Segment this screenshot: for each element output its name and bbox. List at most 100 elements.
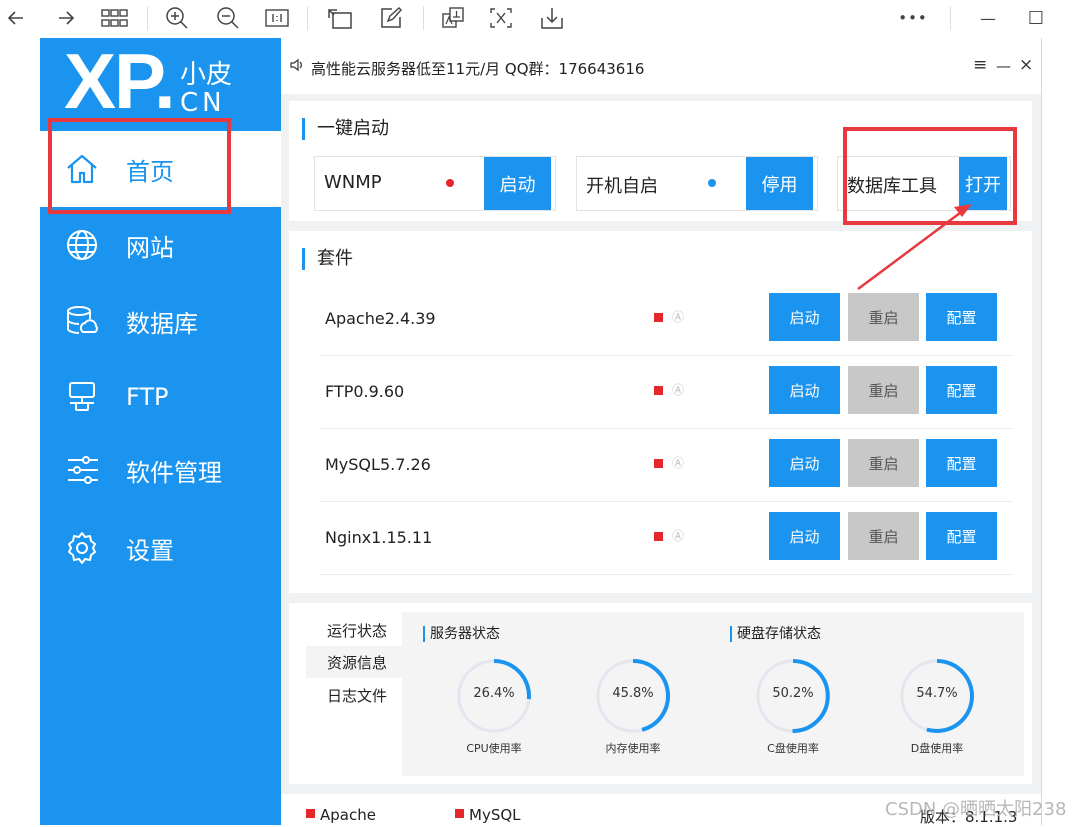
stopped-indicator bbox=[654, 313, 663, 322]
annotation-box-home bbox=[48, 118, 231, 214]
auto-start-icon[interactable]: Ⓐ bbox=[672, 454, 684, 471]
tab-log-files[interactable]: 日志文件 bbox=[306, 679, 408, 711]
globe-icon bbox=[64, 227, 100, 263]
start-button[interactable]: 启动 bbox=[769, 366, 840, 414]
section-title-quick-start: 一键启动 bbox=[302, 118, 389, 140]
gear-icon bbox=[64, 530, 100, 566]
sidebar-item-label: FTP bbox=[126, 383, 169, 411]
menu-icon[interactable]: ≡ bbox=[973, 55, 987, 75]
sliders-icon bbox=[64, 452, 100, 488]
quick-item-label: WNMP bbox=[324, 172, 382, 193]
suite-row-nginx: Nginx1.15.11 Ⓐ 启动 重启 配置 bbox=[319, 502, 1013, 575]
memory-gauge: 45.8% bbox=[595, 658, 671, 734]
gauge-label: C盘使用率 bbox=[767, 742, 819, 755]
actual-size-icon[interactable] bbox=[264, 4, 290, 32]
toolbar-divider bbox=[950, 6, 951, 30]
auto-start-icon[interactable]: Ⓐ bbox=[672, 381, 684, 398]
config-button[interactable]: 配置 bbox=[926, 293, 997, 341]
wnmp-start-button[interactable]: 启动 bbox=[484, 157, 551, 210]
toolbar-divider bbox=[307, 6, 308, 30]
auto-start-icon[interactable]: Ⓐ bbox=[672, 527, 684, 544]
notice-text: 高性能云服务器低至11元/月 QQ群：176643616 bbox=[311, 60, 645, 78]
d-drive-gauge: 54.7% bbox=[899, 658, 975, 734]
edit-icon[interactable] bbox=[379, 4, 403, 32]
gauge-value: 45.8% bbox=[612, 686, 654, 701]
restart-button[interactable]: 重启 bbox=[848, 512, 919, 560]
ftp-icon bbox=[64, 379, 100, 415]
footer-apache: Apache bbox=[320, 806, 376, 824]
status-dot bbox=[708, 179, 716, 187]
stopped-indicator bbox=[654, 532, 663, 541]
quick-item-wnmp: WNMP 启动 bbox=[314, 156, 556, 211]
app-close-button[interactable]: × bbox=[1019, 55, 1033, 75]
speaker-icon bbox=[290, 57, 304, 76]
autostart-disable-button[interactable]: 停用 bbox=[746, 157, 813, 210]
rotate-icon[interactable] bbox=[326, 4, 354, 32]
sidebar-item-label: 网站 bbox=[126, 233, 174, 262]
notice-bar: 高性能云服务器低至11元/月 QQ群：176643616 ≡ — × bbox=[281, 38, 1041, 94]
status-panel: 运行状态 资源信息 日志文件 服务器状态 硬盘存储状态 26.4% CPU使用率… bbox=[289, 603, 1032, 784]
app-minimize-button[interactable]: — bbox=[996, 57, 1011, 75]
ocr-icon[interactable] bbox=[488, 4, 514, 32]
sidebar-item-label: 软件管理 bbox=[126, 458, 222, 487]
gauge-value: 50.2% bbox=[772, 686, 814, 701]
apache-indicator bbox=[306, 809, 315, 818]
zoom-out-icon[interactable] bbox=[215, 4, 241, 32]
gauge-label: 内存使用率 bbox=[605, 742, 661, 755]
suite-name: FTP0.9.60 bbox=[325, 382, 405, 401]
sidebar-item-settings[interactable]: 设置 bbox=[40, 510, 281, 586]
sidebar-item-label: 设置 bbox=[126, 536, 174, 565]
cpu-gauge: 26.4% bbox=[456, 658, 532, 734]
resource-info-area: 服务器状态 硬盘存储状态 26.4% CPU使用率 45.8% 内存使用率 50… bbox=[402, 612, 1024, 776]
database-icon bbox=[64, 303, 100, 339]
suite-name: Nginx1.15.11 bbox=[325, 528, 433, 547]
maximize-icon[interactable]: ☐ bbox=[1022, 4, 1050, 32]
watermark: CSDN @晒晒太阳238 bbox=[885, 799, 1067, 820]
more-icon[interactable]: ••• bbox=[896, 4, 930, 32]
toolbar-divider bbox=[423, 6, 424, 30]
gauge-value: 26.4% bbox=[473, 686, 515, 701]
start-button[interactable]: 启动 bbox=[769, 512, 840, 560]
config-button[interactable]: 配置 bbox=[926, 512, 997, 560]
sidebar-item-website[interactable]: 网站 bbox=[40, 207, 281, 283]
translate-icon[interactable] bbox=[440, 4, 466, 32]
stopped-indicator bbox=[654, 459, 663, 468]
sidebar-item-software[interactable]: 软件管理 bbox=[40, 432, 281, 508]
tab-resource-info[interactable]: 资源信息 bbox=[306, 646, 408, 678]
config-button[interactable]: 配置 bbox=[926, 439, 997, 487]
status-dot bbox=[446, 179, 454, 187]
sidebar-item-ftp[interactable]: FTP bbox=[40, 359, 281, 435]
suite-name: MySQL5.7.26 bbox=[325, 455, 431, 474]
start-button[interactable]: 启动 bbox=[769, 293, 840, 341]
restart-button[interactable]: 重启 bbox=[848, 366, 919, 414]
app-logo: XP. 小皮 CN bbox=[40, 38, 281, 130]
viewer-toolbar: ••• — ☐ bbox=[0, 0, 1090, 38]
gauge-label: CPU使用率 bbox=[466, 742, 522, 755]
mysql-indicator bbox=[455, 809, 464, 818]
start-button[interactable]: 启动 bbox=[769, 439, 840, 487]
tab-running-status[interactable]: 运行状态 bbox=[306, 614, 408, 646]
restart-button[interactable]: 重启 bbox=[848, 293, 919, 341]
zoom-in-icon[interactable] bbox=[164, 4, 190, 32]
config-button[interactable]: 配置 bbox=[926, 366, 997, 414]
logo-cn-bottom: CN bbox=[180, 88, 226, 118]
annotation-arrow bbox=[857, 204, 972, 291]
quick-item-label: 开机自启 bbox=[586, 176, 658, 197]
toolbar-divider bbox=[147, 6, 148, 30]
sidebar-item-label: 数据库 bbox=[126, 309, 198, 338]
download-icon[interactable] bbox=[539, 4, 565, 32]
footer-mysql: MySQL bbox=[469, 806, 521, 824]
sidebar-item-database[interactable]: 数据库 bbox=[40, 283, 281, 359]
restart-button[interactable]: 重启 bbox=[848, 439, 919, 487]
disk-status-title: 硬盘存储状态 bbox=[730, 626, 821, 642]
section-title-suite: 套件 bbox=[302, 248, 353, 270]
auto-start-icon[interactable]: Ⓐ bbox=[672, 308, 684, 325]
back-arrow-icon[interactable] bbox=[4, 4, 28, 32]
suite-row-mysql: MySQL5.7.26 Ⓐ 启动 重启 配置 bbox=[319, 429, 1013, 502]
gauge-value: 54.7% bbox=[916, 686, 958, 701]
grid-icon[interactable] bbox=[100, 4, 130, 32]
minimize-icon[interactable]: — bbox=[974, 4, 1002, 32]
quick-item-autostart: 开机自启 停用 bbox=[576, 156, 818, 211]
forward-arrow-icon[interactable] bbox=[54, 4, 78, 32]
gauge-label: D盘使用率 bbox=[910, 742, 964, 755]
